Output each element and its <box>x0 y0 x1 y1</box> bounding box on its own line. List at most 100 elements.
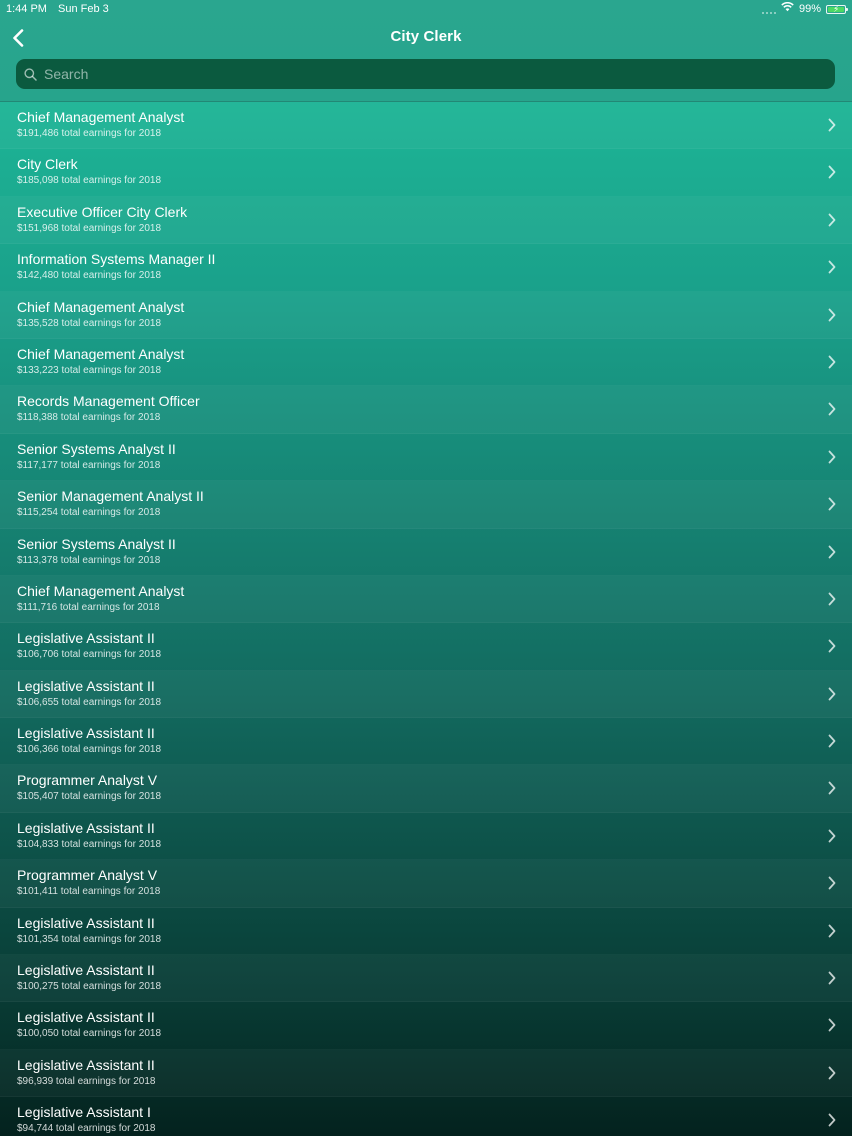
list-item[interactable]: Legislative Assistant II $104,833 total e… <box>0 813 852 861</box>
status-time: 1:44 PM <box>6 3 47 15</box>
chevron-right-icon <box>828 118 836 132</box>
row-subtitle: $106,706 total earnings for 2018 <box>17 649 161 661</box>
chevron-right-icon <box>828 402 836 416</box>
wifi-icon <box>781 1 794 17</box>
row-title: Legislative Assistant II <box>17 677 155 694</box>
list-item[interactable]: Legislative Assistant II $106,655 total e… <box>0 671 852 719</box>
row-subtitle: $101,354 total earnings for 2018 <box>17 933 161 945</box>
row-subtitle: $151,968 total earnings for 2018 <box>17 222 161 234</box>
row-subtitle: $101,411 total earnings for 2018 <box>17 886 161 898</box>
chevron-right-icon <box>828 308 836 321</box>
row-title: Legislative Assistant I <box>17 1104 151 1121</box>
list-item[interactable]: Chief Management Analyst $191,486 total e… <box>0 102 852 150</box>
chevron-right-icon <box>828 876 836 890</box>
row-subtitle: $94,744 total earnings for 2018 <box>17 1123 156 1135</box>
list-item[interactable]: Legislative Assistant I $94,744 total ear… <box>0 1097 852 1136</box>
chevron-right-icon <box>828 213 836 227</box>
header: 1:44 PM Sun Feb 3 99% ⚡ City Clerk Searc… <box>0 0 852 102</box>
row-subtitle: $100,050 total earnings for 2018 <box>17 1028 161 1040</box>
status-right: 99% ⚡ <box>761 1 848 17</box>
status-bar: 1:44 PM Sun Feb 3 99% ⚡ <box>0 0 852 18</box>
row-subtitle: $118,388 total earnings for 2018 <box>17 412 161 424</box>
row-title: Legislative Assistant II <box>17 1056 155 1073</box>
row-subtitle: $191,486 total earnings for 2018 <box>17 128 161 139</box>
page-title: City Clerk <box>390 28 462 45</box>
row-subtitle: $96,939 total earnings for 2018 <box>17 1075 156 1087</box>
row-subtitle: $142,480 total earnings for 2018 <box>17 270 161 282</box>
list-item[interactable]: Chief Management Analyst $111,716 total e… <box>0 576 852 624</box>
list-item[interactable]: Programmer Analyst V $105,407 total earni… <box>0 765 852 813</box>
row-title: Executive Officer City Clerk <box>17 203 188 220</box>
chevron-right-icon <box>828 592 836 606</box>
list-item[interactable]: Senior Systems Analyst II $117,177 total … <box>0 434 852 482</box>
row-subtitle: $106,655 total earnings for 2018 <box>17 696 161 708</box>
row-title: Information Systems Manager II <box>17 251 216 268</box>
row-subtitle: $133,223 total earnings for 2018 <box>17 364 161 376</box>
list-item[interactable]: Information Systems Manager II $142,480 t… <box>0 244 852 292</box>
row-title: Legislative Assistant II <box>17 630 155 647</box>
row-title: Legislative Assistant II <box>17 725 155 742</box>
search-input[interactable] <box>42 65 835 83</box>
list-item[interactable]: Legislative Assistant II $96,939 total ea… <box>0 1050 852 1098</box>
row-subtitle: $135,528 total earnings for 2018 <box>17 317 161 329</box>
chevron-right-icon <box>828 829 836 843</box>
list-item[interactable]: Legislative Assistant II $100,275 total e… <box>0 955 852 1003</box>
row-title: Legislative Assistant II <box>17 819 155 836</box>
chevron-right-icon <box>828 1113 836 1127</box>
list-item[interactable]: Legislative Assistant II $101,354 total e… <box>0 908 852 956</box>
row-subtitle: $100,275 total earnings for 2018 <box>17 981 161 993</box>
row-title: Senior Management Analyst II <box>17 488 204 505</box>
status-left: 1:44 PM Sun Feb 3 <box>6 1 117 17</box>
chevron-right-icon <box>828 971 836 985</box>
row-subtitle: $105,407 total earnings for 2018 <box>17 791 161 803</box>
row-subtitle: $111,716 total earnings for 2018 <box>17 601 160 613</box>
row-subtitle: $113,378 total earnings for 2018 <box>17 554 161 566</box>
row-title: Senior Systems Analyst II <box>17 535 176 552</box>
list-item[interactable]: Legislative Assistant II $100,050 total e… <box>0 1002 852 1050</box>
chevron-right-icon <box>828 450 836 464</box>
list-item[interactable]: Executive Officer City Clerk $151,968 tot… <box>0 197 852 245</box>
row-subtitle: $104,833 total earnings for 2018 <box>17 838 161 850</box>
row-title: City Clerk <box>17 156 78 173</box>
earnings-list: Chief Management Analyst $191,486 total e… <box>0 102 852 1136</box>
chevron-right-icon <box>828 734 836 748</box>
row-title: Programmer Analyst V <box>17 867 158 884</box>
list-item[interactable]: City Clerk $185,098 total earnings for 20… <box>0 149 852 197</box>
status-date: Sun Feb 3 <box>58 3 109 15</box>
chevron-right-icon <box>828 260 836 274</box>
battery-icon: ⚡ <box>826 3 848 14</box>
search-bar[interactable] <box>16 59 835 89</box>
row-subtitle: $115,254 total earnings for 2018 <box>17 507 161 519</box>
row-title: Legislative Assistant II <box>17 962 155 979</box>
battery-cap <box>846 7 848 11</box>
list-item[interactable]: Chief Management Analyst $135,528 total e… <box>0 292 852 339</box>
list-item[interactable]: Programmer Analyst V $101,411 total earni… <box>0 860 852 908</box>
row-title: Chief Management Analyst <box>17 345 185 362</box>
row-title: Chief Management Analyst <box>17 582 185 599</box>
signal-icon <box>761 4 776 14</box>
row-title: Chief Management Analyst <box>17 109 185 125</box>
list-item[interactable]: Legislative Assistant II $106,706 total e… <box>0 623 852 671</box>
chevron-right-icon <box>828 1066 836 1080</box>
list-item[interactable]: Chief Management Analyst $133,223 total e… <box>0 339 852 387</box>
row-title: Legislative Assistant II <box>17 1009 155 1026</box>
chevron-right-icon <box>828 924 836 938</box>
nav-bar: City Clerk <box>0 20 852 56</box>
row-title: Chief Management Analyst <box>17 298 185 315</box>
bolt-icon: ⚡ <box>833 3 840 14</box>
chevron-right-icon <box>828 355 836 369</box>
chevron-right-icon <box>828 165 836 179</box>
search-icon <box>24 67 38 81</box>
list-item[interactable]: Records Management Officer $118,388 total… <box>0 386 852 434</box>
chevron-right-icon <box>828 497 836 511</box>
list-item[interactable]: Legislative Assistant II $106,366 total e… <box>0 718 852 766</box>
battery-percent: 99% <box>798 3 821 15</box>
chevron-right-icon <box>828 545 836 558</box>
row-subtitle: $185,098 total earnings for 2018 <box>17 175 161 187</box>
list-item[interactable]: Senior Systems Analyst II $113,378 total … <box>0 529 852 576</box>
chevron-right-icon <box>828 687 836 701</box>
row-subtitle: $106,366 total earnings for 2018 <box>17 744 161 756</box>
list-item[interactable]: Senior Management Analyst II $115,254 tot… <box>0 481 852 529</box>
chevron-right-icon <box>828 1019 836 1032</box>
chevron-right-icon <box>828 639 836 653</box>
